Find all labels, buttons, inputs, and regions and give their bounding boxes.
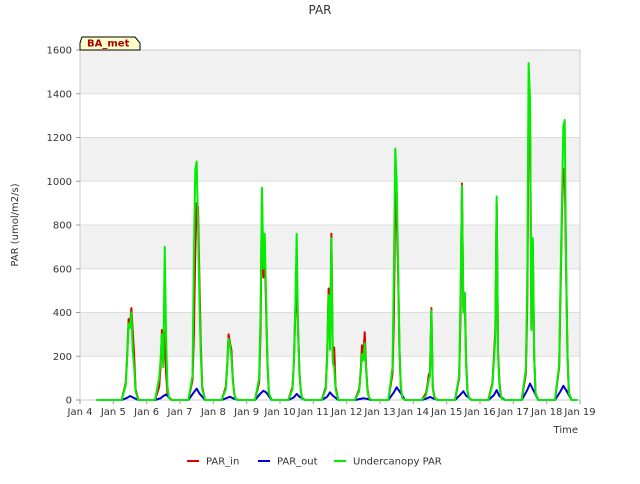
y-tick-label: 200 — [53, 352, 72, 363]
y-tick-label: 800 — [53, 221, 72, 232]
x-tick-label: Jan 9 — [233, 407, 259, 418]
y-tick-label: 1000 — [47, 177, 72, 188]
x-tick-label: Jan 11 — [297, 407, 329, 418]
x-tick-label: Jan 8 — [200, 407, 226, 418]
x-tick-label: Jan 7 — [167, 407, 193, 418]
site-tag-text: BA_met — [87, 39, 130, 50]
legend-label: Undercanopy PAR — [353, 457, 442, 468]
y-tick-label: 1600 — [47, 46, 72, 57]
y-tick-label: 400 — [53, 308, 72, 319]
legend-label: PAR_in — [206, 457, 239, 468]
x-tick-label: Jan 13 — [363, 407, 395, 418]
background-band — [80, 50, 580, 94]
y-tick-labels: 0 200 400 600 800 1000 1200 1400 1600 — [47, 46, 72, 407]
x-tick-label: Jan 16 — [463, 407, 495, 418]
x-axis-label: Time — [553, 425, 578, 436]
background-band — [80, 137, 580, 182]
chart-root: 0 200 400 600 800 1000 1200 1400 1600 Jan 4 Jan 5… — [0, 0, 640, 480]
legend: PAR_in PAR_out Undercanopy PAR — [187, 457, 442, 468]
x-tick-label: Jan 6 — [133, 407, 159, 418]
y-axis-label: PAR (umol/m2/s) — [10, 183, 21, 266]
y-tick-label: 1400 — [47, 89, 72, 100]
par-chart: 0 200 400 600 800 1000 1200 1400 1600 Jan 4 Jan 5… — [10, 3, 596, 468]
x-tick-label: Jan 4 — [67, 407, 93, 418]
y-tick-label: 0 — [66, 396, 72, 407]
x-tick-label: Jan 5 — [100, 407, 126, 418]
x-tick-label: Jan 10 — [263, 407, 295, 418]
x-tick-label: Jan 15 — [430, 407, 462, 418]
x-tick-label: Jan 18 — [530, 407, 562, 418]
x-tick-label: Jan 12 — [330, 407, 362, 418]
legend-label: PAR_out — [277, 457, 318, 468]
y-tick-label: 600 — [53, 264, 72, 275]
y-tick-label: 1200 — [47, 133, 72, 144]
background-band — [80, 225, 580, 269]
chart-title: PAR — [308, 3, 331, 17]
x-tick-label: Jan 19 — [563, 407, 595, 418]
x-tick-label: Jan 17 — [497, 407, 529, 418]
site-tag-badge: BA_met — [79, 36, 141, 51]
x-tick-labels: Jan 4 Jan 5 Jan 6 Jan 7 Jan 8 Jan 9 Jan 10 Jan … — [67, 407, 596, 418]
x-tick-label: Jan 14 — [397, 407, 429, 418]
